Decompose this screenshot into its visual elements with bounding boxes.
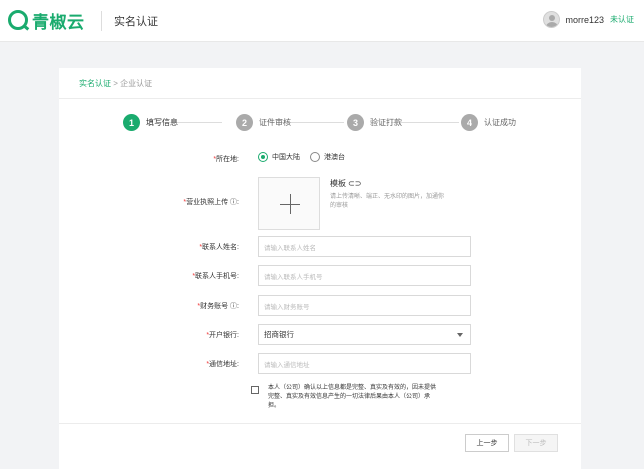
step-number: 3 bbox=[347, 114, 364, 131]
question-circle-icon[interactable]: ⓘ bbox=[228, 199, 237, 206]
location-radio-group: 中国大陆 港澳台 bbox=[258, 152, 355, 162]
logo-mark-icon bbox=[8, 10, 28, 30]
step-label: 填写信息 bbox=[146, 118, 178, 127]
contact-name-label: *联系人姓名: bbox=[199, 244, 239, 251]
address-input[interactable]: 请输入通信地址 bbox=[258, 353, 471, 374]
step-number: 1 bbox=[123, 114, 140, 131]
logo[interactable]: 青椒云 bbox=[8, 8, 85, 32]
user-menu[interactable]: morre123 未认证 bbox=[543, 11, 634, 28]
upload-tip: 请上传清晰、端正、无水印的图片，加通你的审核 bbox=[330, 194, 445, 209]
radio-hk-macau-taiwan[interactable] bbox=[310, 152, 320, 162]
divider bbox=[59, 98, 581, 99]
step-number: 2 bbox=[236, 114, 253, 131]
step-document-review: 2 证件审核 bbox=[236, 114, 291, 131]
step-number: 4 bbox=[461, 114, 478, 131]
radio-label-hk-macau-taiwan[interactable]: 港澳台 bbox=[324, 152, 345, 162]
contact-name-input[interactable]: 请输入联系人姓名 bbox=[258, 236, 471, 257]
divider bbox=[59, 423, 581, 424]
radio-mainland[interactable] bbox=[258, 152, 268, 162]
step-label: 证件审核 bbox=[259, 118, 291, 127]
radio-label-mainland[interactable]: 中国大陆 bbox=[272, 152, 300, 162]
finance-account-input[interactable]: 请输入财务账号 bbox=[258, 295, 471, 316]
finance-account-label: *财务账号 ⓘ: bbox=[197, 303, 239, 310]
agreement-checkbox[interactable] bbox=[251, 386, 259, 394]
bank-select[interactable]: 招商银行 bbox=[258, 324, 471, 345]
breadcrumb: 实名认证 > 企业认证 bbox=[79, 78, 152, 89]
step-label: 验证打款 bbox=[370, 118, 402, 127]
agreement-row: 本人（公司）确认以上信息都是完整、真实及有效的，因未提供完整、真实及有效信息产生… bbox=[251, 384, 438, 411]
license-upload-box[interactable] bbox=[258, 177, 320, 230]
bank-select-value: 招商银行 bbox=[264, 330, 294, 339]
breadcrumb-parent-link[interactable]: 实名认证 bbox=[79, 79, 111, 88]
contact-phone-label: *联系人手机号: bbox=[192, 273, 239, 280]
breadcrumb-separator: > bbox=[113, 79, 118, 88]
page-title: 实名认证 bbox=[114, 16, 158, 28]
step-fill-info: 1 填写信息 bbox=[123, 114, 178, 131]
step-payment-verify: 3 验证打款 bbox=[347, 114, 402, 131]
location-label: *所在地: bbox=[213, 156, 239, 163]
top-header: 青椒云 实名认证 morre123 未认证 bbox=[0, 0, 644, 42]
header-divider bbox=[101, 11, 102, 31]
license-label: *营业执照上传 ⓘ: bbox=[183, 199, 239, 206]
username[interactable]: morre123 bbox=[565, 15, 604, 25]
bank-label: *开户银行: bbox=[206, 332, 239, 339]
logo-text: 青椒云 bbox=[32, 12, 85, 32]
verification-card: 实名认证 > 企业认证 1 填写信息 2 证件审核 3 验证打款 4 认证成功 … bbox=[59, 68, 581, 469]
avatar[interactable] bbox=[543, 11, 561, 28]
breadcrumb-current: 企业认证 bbox=[120, 79, 153, 88]
contact-phone-input[interactable]: 请输入联系人手机号 bbox=[258, 265, 471, 286]
template-link[interactable]: 模板 ⊂⊃ bbox=[330, 178, 361, 189]
address-label: *通信地址: bbox=[206, 361, 239, 368]
prev-button[interactable]: 上一步 bbox=[465, 434, 509, 452]
step-label: 认证成功 bbox=[484, 118, 516, 127]
caret-down-icon bbox=[457, 333, 463, 337]
step-success: 4 认证成功 bbox=[461, 114, 516, 131]
link-icon: ⊂⊃ bbox=[348, 179, 362, 188]
question-circle-icon[interactable]: ⓘ bbox=[228, 303, 237, 310]
verify-status-badge[interactable]: 未认证 bbox=[610, 14, 634, 25]
next-button[interactable]: 下一步 bbox=[514, 434, 558, 452]
agreement-text: 本人（公司）确认以上信息都是完整、真实及有效的，因未提供完整、真实及有效信息产生… bbox=[268, 385, 437, 409]
